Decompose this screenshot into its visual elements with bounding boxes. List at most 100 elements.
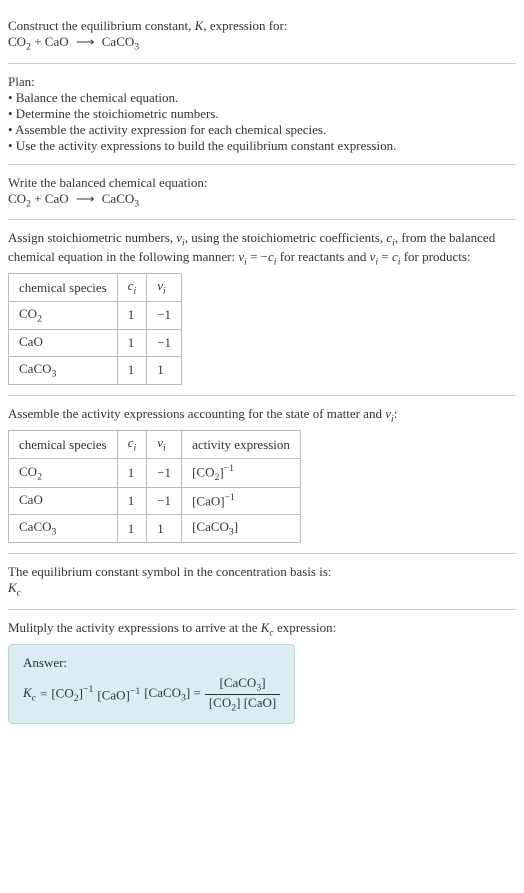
symbol-line: The equilibrium constant symbol in the c… — [8, 564, 516, 580]
text: ] — [261, 675, 265, 690]
species: CaO — [45, 191, 69, 206]
table-row: CaO 1 −1 [CaO]−1 — [9, 487, 301, 515]
equation: CO2 + CaO ⟶ CaCO3 — [8, 34, 516, 53]
col-species: chemical species — [9, 274, 118, 302]
cell-c: 1 — [117, 301, 147, 329]
col-c: ci — [117, 431, 147, 459]
text: , using the stoichiometric coefficients, — [185, 230, 387, 245]
plus: + — [31, 34, 45, 49]
cell-nu: −1 — [147, 458, 182, 487]
equation: CO2 + CaO ⟶ CaCO3 — [8, 191, 516, 210]
text: CO — [8, 191, 26, 206]
text: [CO — [209, 695, 231, 710]
text: [CaCO — [144, 685, 181, 700]
species: CO2 — [8, 34, 31, 49]
cell-c: 1 — [117, 458, 147, 487]
table-row: CaCO3 1 1 — [9, 357, 182, 385]
kc: Kc — [23, 685, 36, 704]
symbol-section: The equilibrium constant symbol in the c… — [8, 554, 516, 610]
plus: + — [31, 191, 45, 206]
arrow-icon: ⟶ — [72, 34, 99, 50]
text: = − — [247, 249, 268, 264]
cell-activity: [CaCO3] — [182, 515, 301, 543]
species: CaCO3 — [102, 191, 139, 206]
activity-section: Assemble the activity expressions accoun… — [8, 396, 516, 554]
cell-nu: −1 — [147, 487, 182, 515]
prompt-line: Construct the equilibrium constant, K, e… — [8, 18, 516, 34]
stoich-table: chemical species ci νi CO2 1 −1 CaO 1 −1… — [8, 273, 182, 384]
text: ] — [236, 695, 244, 710]
multiply-line: Mulitply the activity expressions to arr… — [8, 620, 516, 639]
text: ] — [234, 519, 238, 534]
cell-species: CaO — [9, 487, 118, 515]
subscript: i — [163, 443, 166, 454]
text: [CaO] — [97, 687, 130, 702]
text: CaO — [19, 334, 43, 349]
subscript: i — [163, 286, 166, 297]
plan-bullet: • Balance the chemical equation. — [8, 90, 516, 106]
term: [CaCO3] = — [144, 685, 201, 704]
col-c: ci — [117, 274, 147, 302]
text: for products: — [400, 249, 470, 264]
subscript: 3 — [52, 369, 57, 380]
cell-nu: −1 — [147, 301, 182, 329]
superscript: −1 — [224, 463, 234, 474]
table-row: CaCO3 1 1 [CaCO3] — [9, 515, 301, 543]
text: Mulitply the activity expressions to arr… — [8, 620, 261, 635]
subscript: c — [17, 588, 21, 599]
text: CaCO — [19, 519, 52, 534]
species: CaCO3 — [102, 34, 139, 49]
subscript: i — [134, 443, 137, 454]
cell-c: 1 — [117, 329, 147, 357]
cell-activity: [CO2]−1 — [182, 458, 301, 487]
plan-bullet: • Use the activity expressions to build … — [8, 138, 516, 154]
col-species: chemical species — [9, 431, 118, 459]
text: [CaCO — [192, 519, 229, 534]
plan-bullet: • Assemble the activity expression for e… — [8, 122, 516, 138]
text: Assemble the activity expressions accoun… — [8, 406, 385, 421]
cell-species: CaO — [9, 329, 118, 357]
activity-table: chemical species ci νi activity expressi… — [8, 430, 301, 543]
col-activity: activity expression — [182, 431, 301, 459]
subscript: 3 — [134, 42, 139, 53]
text: CaCO — [102, 191, 135, 206]
denominator: [CO2] [CaO] — [205, 695, 280, 714]
text: expression: — [274, 620, 336, 635]
table-row: chemical species ci νi — [9, 274, 182, 302]
table-row: CO2 1 −1 — [9, 301, 182, 329]
text: CaCO — [102, 34, 135, 49]
text: [CO — [192, 464, 214, 479]
text: CO — [8, 34, 26, 49]
col-nu: νi — [147, 274, 182, 302]
text: Construct the equilibrium constant, — [8, 18, 195, 33]
multiply-section: Mulitply the activity expressions to arr… — [8, 610, 516, 735]
stoichiometric-section: Assign stoichiometric numbers, νi, using… — [8, 220, 516, 396]
text: [CO — [51, 686, 73, 701]
cell-nu: −1 — [147, 329, 182, 357]
subscript: 2 — [37, 314, 42, 325]
subscript: i — [134, 286, 137, 297]
subscript: 2 — [37, 471, 42, 482]
species: CaO — [45, 34, 69, 49]
text: , expression for: — [203, 18, 287, 33]
text: CO — [19, 306, 37, 321]
table-row: CaO 1 −1 — [9, 329, 182, 357]
cell-c: 1 — [117, 487, 147, 515]
cell-c: 1 — [117, 515, 147, 543]
stoich-intro: Assign stoichiometric numbers, νi, using… — [8, 230, 516, 267]
cell-activity: [CaO]−1 — [182, 487, 301, 515]
term: [CO2]−1 — [51, 684, 93, 704]
numerator: [CaCO3] — [205, 675, 280, 695]
text: : — [394, 406, 398, 421]
plan-title: Plan: — [8, 74, 516, 90]
subscript: 3 — [134, 198, 139, 209]
cell-c: 1 — [117, 357, 147, 385]
text: = — [378, 249, 392, 264]
cell-species: CaCO3 — [9, 357, 118, 385]
table-row: CO2 1 −1 [CO2]−1 — [9, 458, 301, 487]
table-row: chemical species ci νi activity expressi… — [9, 431, 301, 459]
subscript: c — [32, 693, 36, 704]
answer-expression: Kc = [CO2]−1 [CaO]−1 [CaCO3] = [CaCO3] [… — [23, 675, 280, 713]
text: [CaCO — [219, 675, 256, 690]
balanced-section: Write the balanced chemical equation: CO… — [8, 165, 516, 221]
